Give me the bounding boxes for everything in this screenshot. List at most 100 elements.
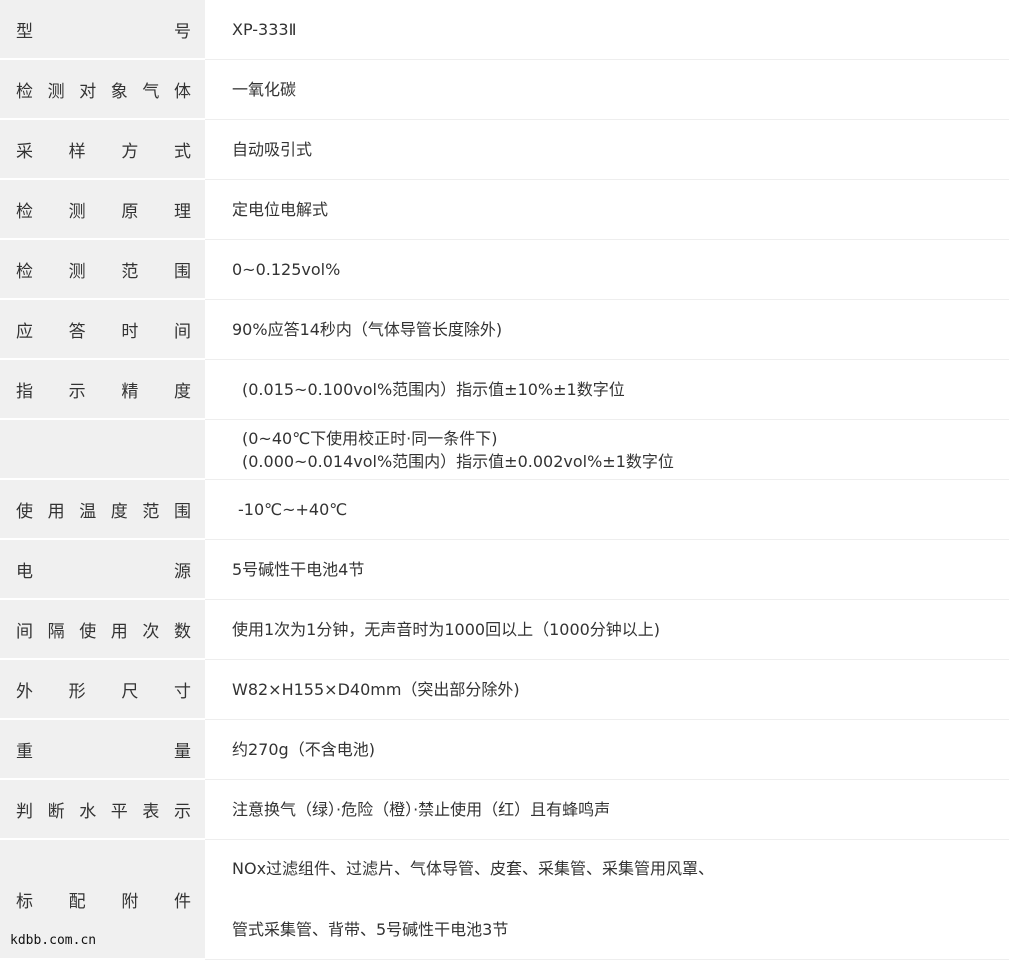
label-char: 测	[68, 261, 86, 282]
label-char: 示	[173, 801, 191, 822]
value-accessories-line-1: NOx过滤组件、过滤片、气体导管、皮套、采集管、采集管用风罩、	[232, 859, 715, 878]
label-cell: 重 量	[0, 720, 205, 780]
label-char: 寸	[173, 681, 191, 702]
label-char: 测	[68, 201, 86, 222]
label-usage-count: 间 隔 使 用 次 数	[16, 617, 191, 642]
label-char: 标	[16, 891, 33, 912]
value-cell: -10℃~+40℃	[205, 480, 1009, 540]
label-range: 检 测 范 围	[16, 257, 191, 282]
value-power: 5号碱性干电池4节	[232, 560, 365, 579]
label-cell: 型 号	[0, 0, 205, 60]
label-cell: 外 形 尺 寸	[0, 660, 205, 720]
label-char: 配	[68, 891, 86, 912]
label-char: 围	[173, 261, 191, 282]
label-char: 示	[68, 381, 86, 402]
label-char: 件	[173, 891, 191, 912]
label-char: 表	[142, 801, 160, 822]
spec-row-target-gas: 检 测 对 象 气 体 一氧化碳	[0, 60, 1009, 120]
label-char: 对	[79, 81, 97, 102]
label-accessories: 标 配 附 件	[16, 887, 191, 912]
value-cell: 注意换气（绿）·危险（橙）·禁止使用（红）且有蜂鸣声	[205, 780, 1009, 840]
label-char: 隔	[47, 621, 65, 642]
label-char: 用	[110, 621, 128, 642]
spec-row-usage-count: 间 隔 使 用 次 数 使用1次为1分钟，无声音时为1000回以上（1000分钟…	[0, 600, 1009, 660]
label-accuracy: 指 示 精 度	[16, 377, 191, 402]
label-principle: 检 测 原 理	[16, 197, 191, 222]
label-sampling: 采 样 方 式	[16, 137, 191, 162]
label-char: 断	[47, 801, 65, 822]
label-char: 次	[142, 621, 160, 642]
label-char: 电	[16, 561, 33, 582]
spec-row-accuracy-continued: (0~40℃下使用校正时·同一条件下) (0.000~0.014vol%范围内）…	[0, 420, 1009, 480]
label-char: 用	[47, 501, 65, 522]
value-principle: 定电位电解式	[232, 200, 329, 219]
label-char: 精	[121, 381, 139, 402]
spec-table: 型 号 XP-333Ⅱ 检 测 对 象 气 体 一氧化碳 采 样 方 式 自动吸…	[0, 0, 1009, 960]
spec-row-range: 检 测 范 围 0~0.125vol%	[0, 240, 1009, 300]
value-accuracy-low-range: (0.000~0.014vol%范围内）指示值±0.002vol%±1数字位	[242, 451, 674, 471]
spec-row-alarm-levels: 判 断 水 平 表 示 注意换气（绿）·危险（橙）·禁止使用（红）且有蜂鸣声	[0, 780, 1009, 840]
value-accessories-line-2: 管式采集管、背带、5号碱性干电池3节	[232, 920, 509, 939]
value-cell: 0~0.125vol%	[205, 240, 1009, 300]
label-char: 间	[16, 621, 33, 642]
value-alarm-levels: 注意换气（绿）·危险（橙）·禁止使用（红）且有蜂鸣声	[232, 800, 611, 819]
label-char: 度	[110, 501, 128, 522]
value-usage-count: 使用1次为1分钟，无声音时为1000回以上（1000分钟以上)	[232, 620, 661, 639]
value-cell: (0.015~0.100vol%范围内）指示值±10%±1数字位	[205, 360, 1009, 420]
value-accuracy: (0.015~0.100vol%范围内）指示值±10%±1数字位	[242, 380, 625, 399]
label-char: 尺	[121, 681, 139, 702]
value-cell: 约270g（不含电池)	[205, 720, 1009, 780]
watermark: kdbb.com.cn	[10, 933, 97, 948]
value-cell: (0~40℃下使用校正时·同一条件下) (0.000~0.014vol%范围内）…	[205, 420, 1009, 480]
label-model: 型 号	[16, 17, 191, 42]
label-char: 温	[79, 501, 97, 522]
value-dimensions: W82×H155×D40mm（突出部分除外)	[232, 680, 520, 699]
label-char: 使	[79, 621, 97, 642]
label-char: 重	[16, 741, 33, 762]
label-char: 式	[173, 141, 191, 162]
label-char: 指	[16, 381, 33, 402]
label-power: 电 源	[16, 557, 191, 582]
label-char: 气	[142, 81, 160, 102]
label-cell: 采 样 方 式	[0, 120, 205, 180]
spec-row-power: 电 源 5号碱性干电池4节	[0, 540, 1009, 600]
label-char: 范	[121, 261, 139, 282]
label-alarm-levels: 判 断 水 平 表 示	[16, 797, 191, 822]
value-model: XP-333Ⅱ	[232, 20, 297, 39]
label-char: 检	[16, 261, 33, 282]
label-char: 原	[121, 201, 139, 222]
label-char: 数	[173, 621, 191, 642]
value-target-gas: 一氧化碳	[232, 80, 297, 99]
spec-row-accuracy: 指 示 精 度 (0.015~0.100vol%范围内）指示值±10%±1数字位	[0, 360, 1009, 420]
spec-row-accessories: 标 配 附 件 NOx过滤组件、过滤片、气体导管、皮套、采集管、采集管用风罩、 …	[0, 840, 1009, 960]
label-cell: 间 隔 使 用 次 数	[0, 600, 205, 660]
label-cell-empty	[0, 420, 205, 480]
value-sampling: 自动吸引式	[232, 140, 313, 159]
label-char: 象	[110, 81, 128, 102]
label-dimensions: 外 形 尺 寸	[16, 677, 191, 702]
label-char: 应	[16, 321, 33, 342]
label-char: 型	[16, 21, 33, 42]
value-cell: W82×H155×D40mm（突出部分除外)	[205, 660, 1009, 720]
spec-row-principle: 检 测 原 理 定电位电解式	[0, 180, 1009, 240]
label-char: 时	[121, 321, 139, 342]
value-temperature: -10℃~+40℃	[238, 500, 348, 519]
spec-row-response-time: 应 答 时 间 90%应答14秒内（气体导管长度除外)	[0, 300, 1009, 360]
label-char: 检	[16, 81, 33, 102]
label-char: 围	[173, 501, 191, 522]
label-char: 形	[68, 681, 86, 702]
label-cell: 电 源	[0, 540, 205, 600]
label-temperature: 使 用 温 度 范 围	[16, 497, 191, 522]
label-char: 间	[173, 321, 191, 342]
label-target-gas: 检 测 对 象 气 体	[16, 77, 191, 102]
value-cell: 5号碱性干电池4节	[205, 540, 1009, 600]
label-cell: 使 用 温 度 范 围	[0, 480, 205, 540]
label-cell: 检 测 原 理	[0, 180, 205, 240]
label-char: 范	[142, 501, 160, 522]
value-range: 0~0.125vol%	[232, 260, 341, 279]
label-char: 判	[16, 801, 33, 822]
label-cell: 指 示 精 度	[0, 360, 205, 420]
label-char: 检	[16, 201, 33, 222]
label-char: 源	[174, 561, 191, 582]
label-char: 附	[121, 891, 139, 912]
